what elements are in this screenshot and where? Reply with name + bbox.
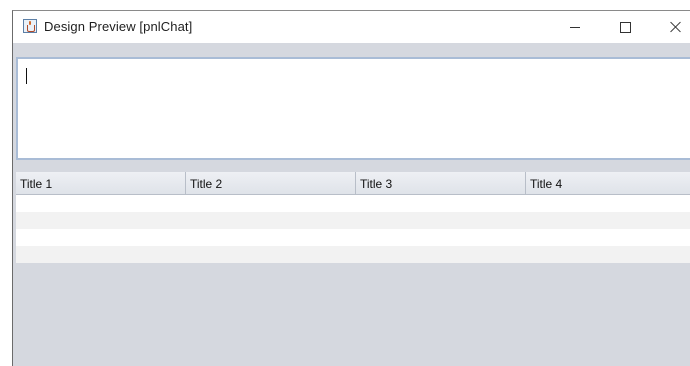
maximize-icon: [619, 21, 631, 33]
column-header-title-3[interactable]: Title 3: [356, 172, 526, 194]
java-icon: [23, 19, 37, 33]
chat-panel: Title 1 Title 2 Title 3 Title 4: [13, 43, 690, 366]
minimize-button[interactable]: [552, 11, 598, 43]
app-window: Design Preview [pnlChat] Title 1 Title 2…: [12, 10, 690, 366]
column-header-title-4[interactable]: Title 4: [526, 172, 690, 194]
column-header-title-1[interactable]: Title 1: [16, 172, 186, 194]
table-body: [16, 195, 690, 263]
table-row[interactable]: [16, 212, 690, 229]
window-title: Design Preview [pnlChat]: [44, 19, 193, 34]
table-row[interactable]: [16, 195, 690, 212]
close-icon: [670, 21, 682, 33]
table-row[interactable]: [16, 246, 690, 263]
column-header-title-2[interactable]: Title 2: [186, 172, 356, 194]
minimize-icon: [570, 26, 580, 28]
chat-text-area[interactable]: [16, 57, 690, 160]
close-button[interactable]: [653, 11, 690, 43]
table-header: Title 1 Title 2 Title 3 Title 4: [16, 172, 690, 195]
table-row[interactable]: [16, 229, 690, 246]
title-bar[interactable]: Design Preview [pnlChat]: [13, 11, 690, 43]
text-caret: [26, 68, 27, 84]
chat-table[interactable]: Title 1 Title 2 Title 3 Title 4: [16, 172, 690, 366]
maximize-button[interactable]: [602, 11, 648, 43]
